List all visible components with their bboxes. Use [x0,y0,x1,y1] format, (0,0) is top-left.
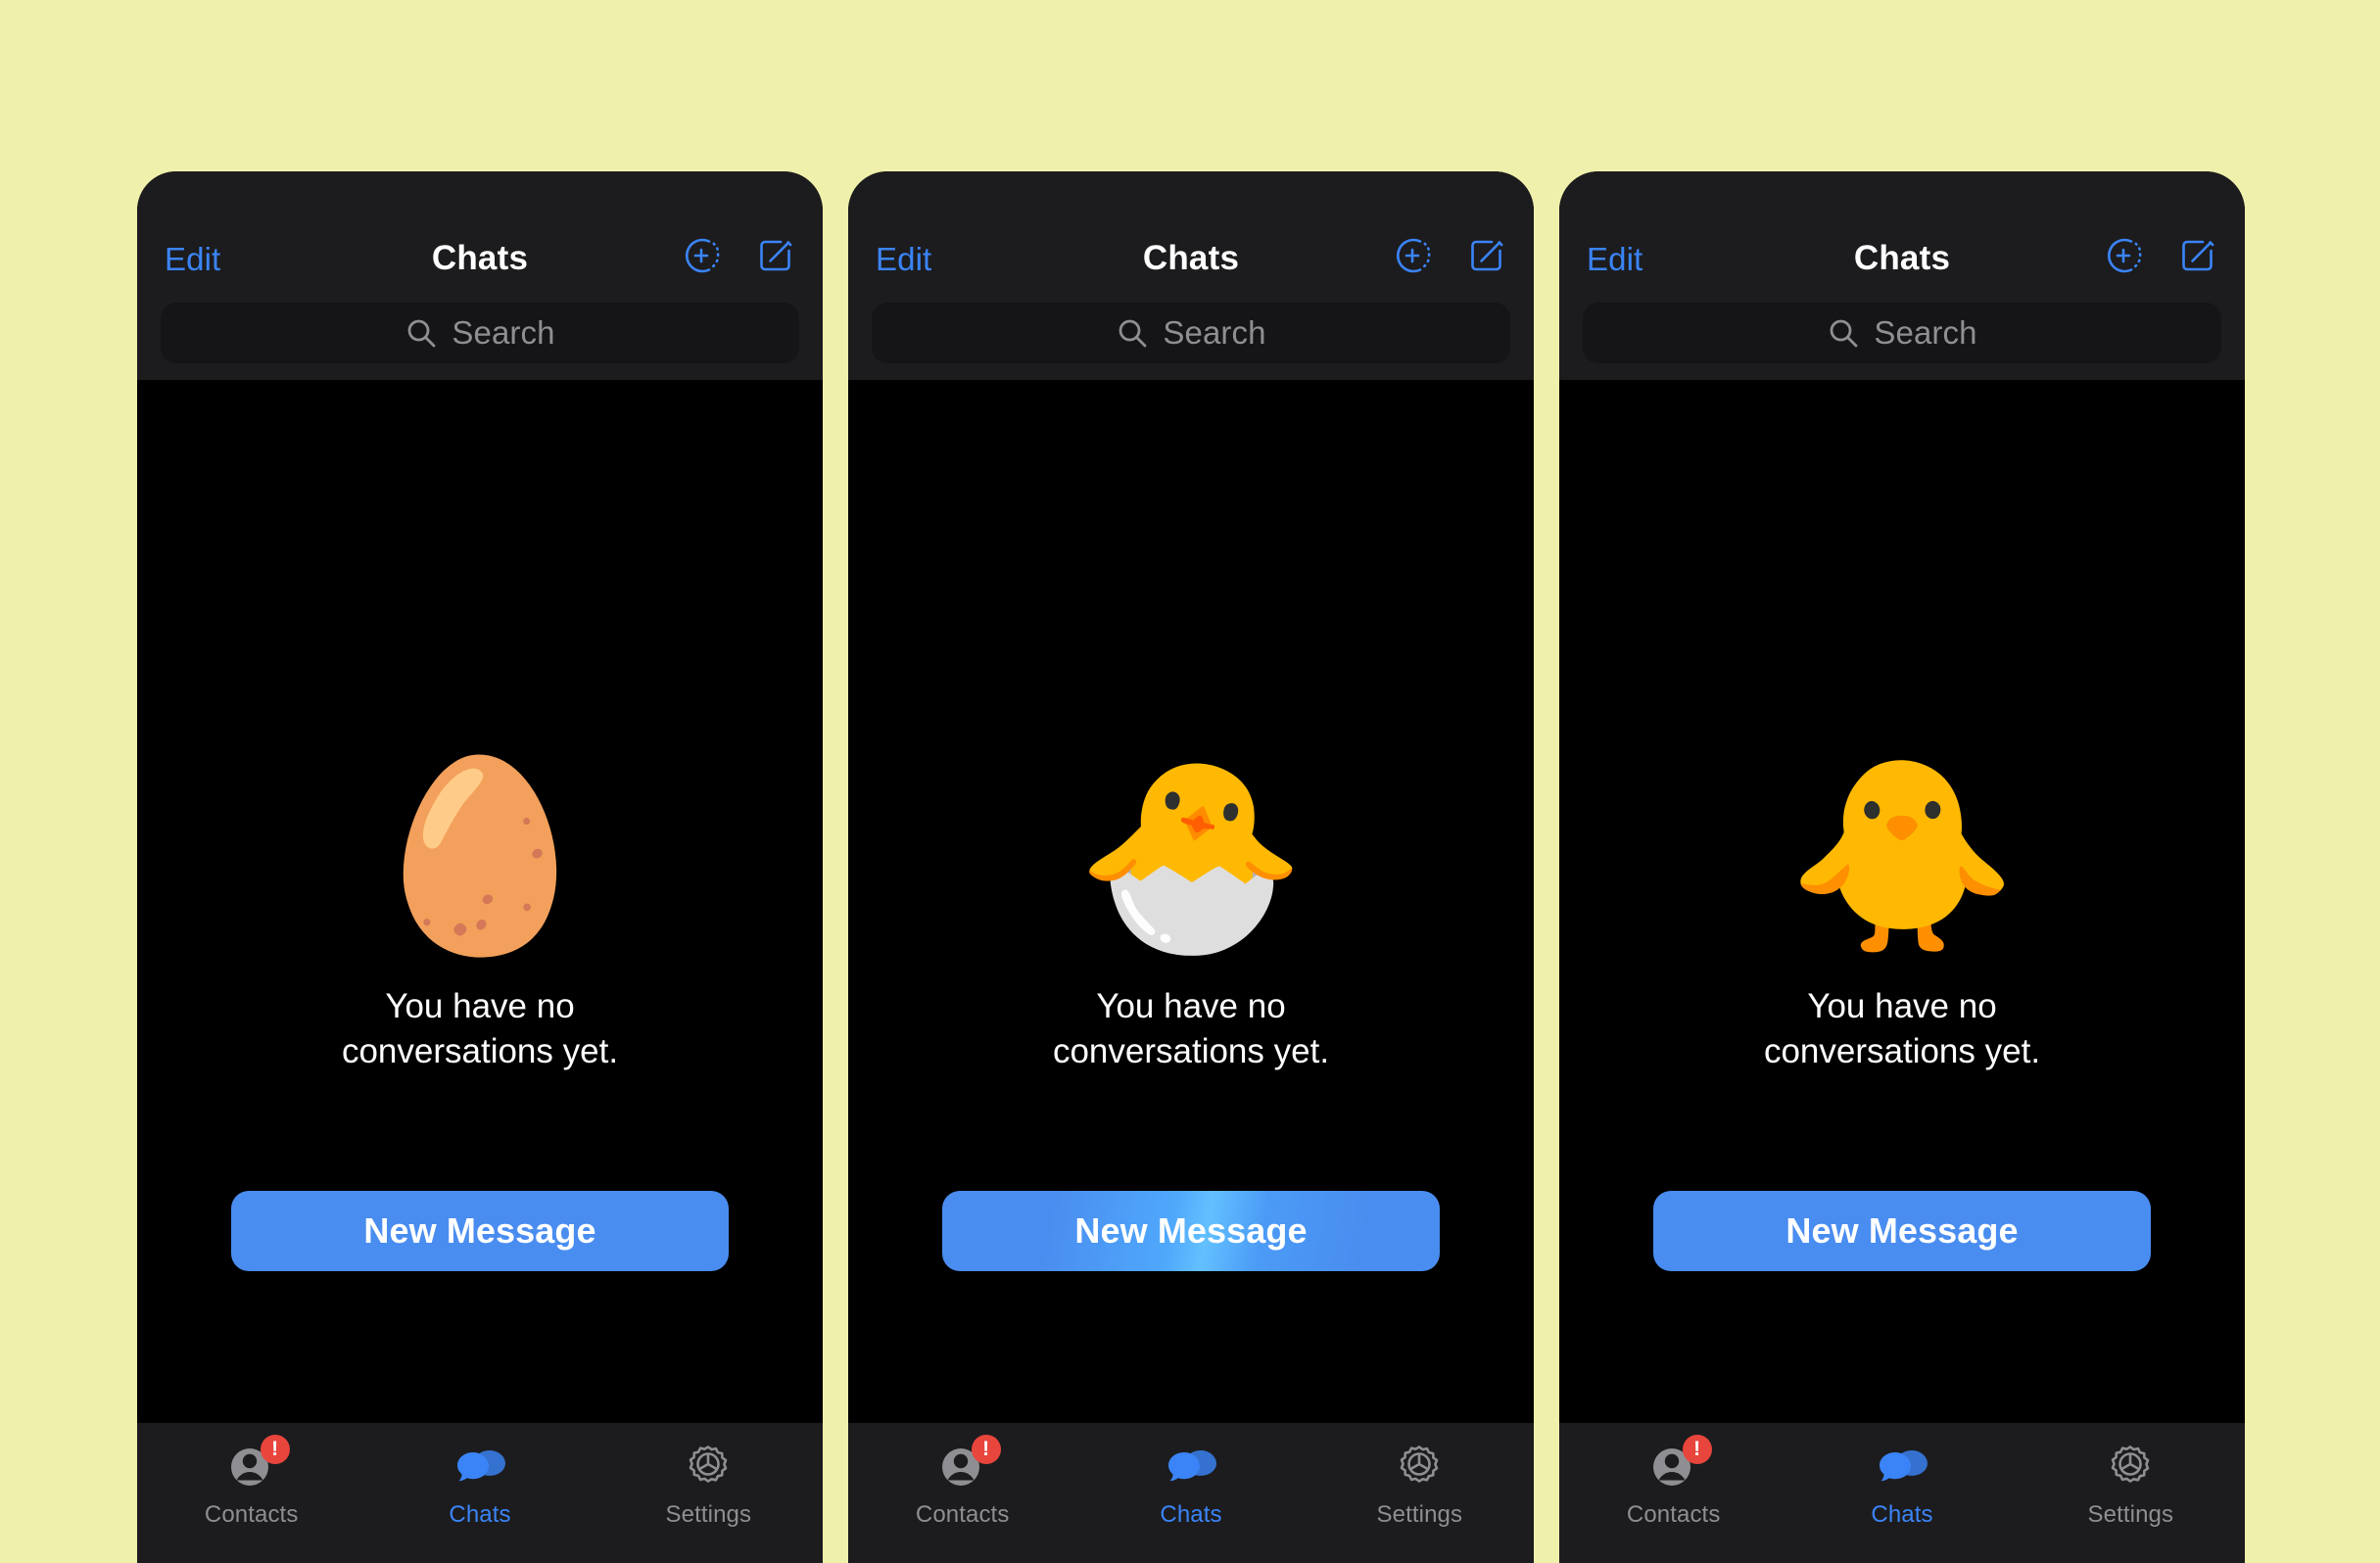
tab-chats[interactable]: Chats [1787,1441,2016,1529]
edit-button[interactable]: Edit [163,239,222,279]
tab-settings[interactable]: Settings [1306,1441,1534,1529]
tab-contacts-label: Contacts [204,1501,299,1528]
add-person-circle-icon[interactable] [680,234,723,277]
empty-state-text: You have no conversations yet. [1053,984,1329,1074]
gear-icon [682,1441,735,1493]
search-input[interactable]: Search [161,303,799,363]
nav-bar: Edit Chats Search [137,171,823,380]
tab-contacts[interactable]: ! Contacts [137,1435,365,1529]
search-icon [405,316,438,350]
cta-container: New Message [1559,1191,2245,1271]
baby-chick-emoji: 🐥 [1785,751,2019,960]
empty-state-text: You have no conversations yet. [1764,984,2040,1074]
phone-screen-chick: Edit Chats Search 🐥 You have no conversa… [1559,171,2245,1563]
search-container: Search [137,287,823,363]
chat-list-empty-area: 🥚 You have no conversations yet. New Mes… [137,380,823,1420]
search-placeholder: Search [452,314,555,351]
nav-row: Edit Chats [137,171,823,287]
gear-icon [1393,1441,1446,1493]
empty-state-line1: You have no [1096,987,1286,1025]
search-container: Search [848,287,1534,363]
tab-bar: ! Contacts Chats Settings [1559,1420,2245,1563]
screenshot-stage: Edit Chats Search 🥚 You have no conversa… [0,0,2380,1563]
contacts-badge: ! [1682,1435,1712,1464]
phone-screen-hatching: Edit Chats Search 🐣 You have no conversa… [848,171,1534,1563]
tab-contacts-label: Contacts [1626,1501,1721,1528]
contacts-badge: ! [260,1435,290,1464]
chat-bubbles-icon [1876,1441,1928,1493]
nav-bar: Edit Chats Search [848,171,1534,380]
tab-settings-label: Settings [1376,1501,1463,1528]
tab-contacts[interactable]: ! Contacts [848,1435,1076,1529]
chat-list-empty-area: 🐥 You have no conversations yet. New Mes… [1559,380,2245,1420]
add-person-circle-icon[interactable] [1391,234,1434,277]
tab-chats-label: Chats [1871,1501,1933,1528]
edit-button[interactable]: Edit [874,239,933,279]
contacts-person-icon: ! [936,1435,1001,1493]
chat-bubbles-icon [1165,1441,1217,1493]
empty-state: 🥚 You have no conversations yet. [137,750,823,1074]
gear-icon [2104,1441,2157,1493]
contacts-person-icon: ! [1647,1435,1712,1493]
nav-bar: Edit Chats Search [1559,171,2245,380]
tab-chats-label: Chats [1160,1501,1222,1528]
tab-chats-label: Chats [449,1501,511,1528]
search-input[interactable]: Search [1583,303,2221,363]
nav-row: Edit Chats [848,171,1534,287]
empty-state-line1: You have no [385,987,575,1025]
tab-settings-label: Settings [2087,1501,2174,1528]
tab-bar: ! Contacts Chats Settings [848,1420,1534,1563]
empty-state: 🐥 You have no conversations yet. [1559,750,2245,1074]
search-container: Search [1559,287,2245,363]
empty-state-line2: conversations yet. [341,1032,619,1071]
tab-settings-label: Settings [665,1501,752,1528]
search-placeholder: Search [1874,314,1977,351]
compose-square-icon[interactable] [2176,234,2219,277]
compose-square-icon[interactable] [1465,234,1508,277]
phone-screen-egg: Edit Chats Search 🥚 You have no conversa… [137,171,823,1563]
add-person-circle-icon[interactable] [2102,234,2145,277]
compose-square-icon[interactable] [754,234,797,277]
chat-list-empty-area: 🐣 You have no conversations yet. New Mes… [848,380,1534,1420]
empty-state-text: You have no conversations yet. [342,984,618,1074]
hatching-chick-emoji: 🐣 [1074,751,1308,960]
new-message-button[interactable]: New Message [942,1191,1440,1271]
contacts-person-icon: ! [225,1435,290,1493]
empty-state: 🐣 You have no conversations yet. [848,750,1534,1074]
cta-container: New Message [137,1191,823,1271]
tab-contacts[interactable]: ! Contacts [1559,1435,1787,1529]
tab-bar: ! Contacts Chats Settings [137,1420,823,1563]
tab-chats[interactable]: Chats [365,1441,594,1529]
edit-button[interactable]: Edit [1585,239,1644,279]
new-message-button[interactable]: New Message [1653,1191,2151,1271]
search-icon [1827,316,1860,350]
empty-state-line2: conversations yet. [1763,1032,2041,1071]
tab-chats[interactable]: Chats [1076,1441,1305,1529]
cta-container: New Message [848,1191,1534,1271]
empty-state-line2: conversations yet. [1052,1032,1330,1071]
tab-contacts-label: Contacts [915,1501,1010,1528]
tab-settings[interactable]: Settings [2017,1441,2245,1529]
search-input[interactable]: Search [872,303,1510,363]
search-icon [1116,316,1149,350]
nav-actions [2102,234,2219,279]
egg-emoji: 🥚 [363,751,596,960]
nav-row: Edit Chats [1559,171,2245,287]
tab-settings[interactable]: Settings [595,1441,823,1529]
chat-bubbles-icon [453,1441,506,1493]
nav-actions [680,234,797,279]
empty-state-line1: You have no [1807,987,1997,1025]
new-message-button[interactable]: New Message [231,1191,729,1271]
search-placeholder: Search [1163,314,1266,351]
nav-actions [1391,234,1508,279]
contacts-badge: ! [971,1435,1001,1464]
